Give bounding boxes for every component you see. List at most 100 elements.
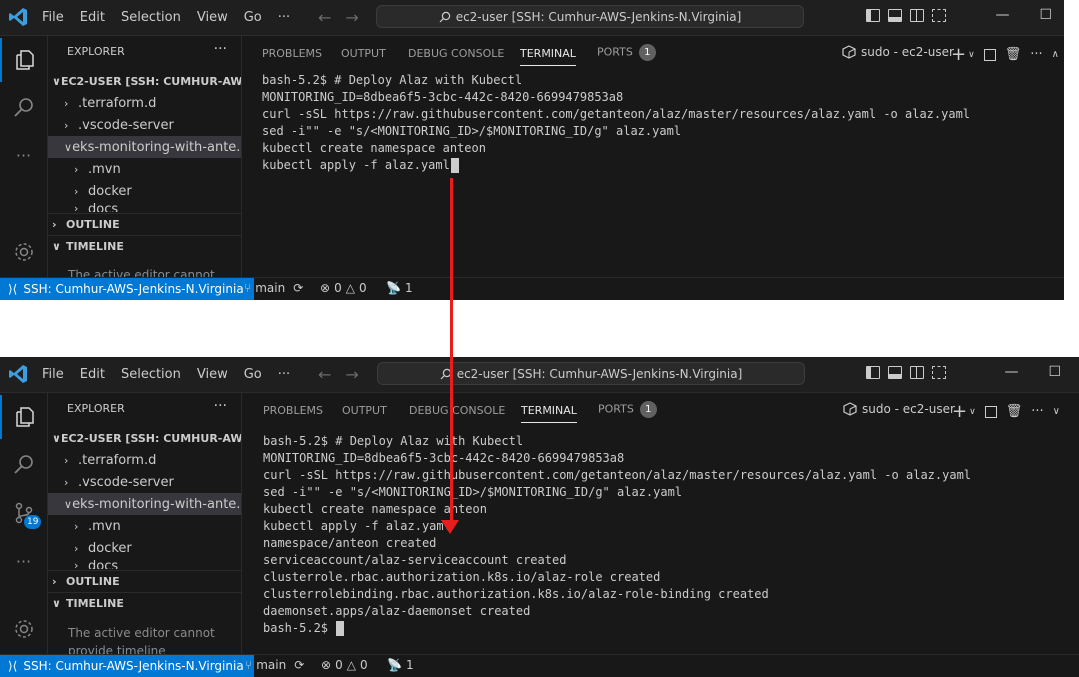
timeline-section[interactable]: ∨ TIMELINE [48, 235, 241, 257]
menu-selection[interactable]: Selection [113, 367, 189, 382]
split-terminal-icon[interactable] [984, 405, 997, 418]
tab-problems[interactable]: PROBLEMS [262, 47, 322, 60]
terminal-output[interactable]: bash-5.2$ # Deploy Alaz with Kubectl MONI… [263, 433, 971, 637]
terminal-instance[interactable]: sudo - ec2-user [842, 45, 954, 59]
split-terminal-icon[interactable] [983, 48, 996, 61]
more-actions-icon[interactable]: ··· [1030, 47, 1042, 62]
menu-file[interactable]: File [34, 10, 72, 25]
menu-more[interactable]: ··· [270, 367, 298, 382]
remote-indicator[interactable]: ⟩⟨ SSH: Cumhur-AWS-Jenkins-N.Virginia [0, 655, 254, 677]
problems-status[interactable]: ⊗ 0 △ 0 [320, 281, 367, 295]
tab-output[interactable]: OUTPUT [341, 47, 386, 60]
toggle-secondary-sidebar-icon[interactable] [910, 9, 924, 22]
manage-activity[interactable] [0, 230, 47, 274]
outline-section[interactable]: › OUTLINE [48, 570, 241, 592]
trash-icon[interactable]: 🗑 [1006, 404, 1023, 419]
tree-item-docker[interactable]: › docker [48, 180, 241, 202]
menu-selection[interactable]: Selection [113, 10, 189, 25]
toggle-secondary-sidebar-icon[interactable] [910, 366, 924, 379]
menu-file[interactable]: File [34, 367, 72, 382]
terminal-actions: + ∨ 🗑 ··· ∨ [952, 401, 1060, 422]
toggle-panel-icon[interactable] [888, 366, 902, 379]
customize-layout-icon[interactable] [932, 366, 946, 379]
remote-indicator[interactable]: ⟩⟨ SSH: Cumhur-AWS-Jenkins-N.Virginia [0, 278, 254, 300]
chevron-down-icon[interactable]: ∨ [1053, 406, 1060, 417]
search-activity[interactable] [0, 443, 47, 487]
chevron-up-icon[interactable]: ∧ [1052, 49, 1059, 60]
outline-section[interactable]: › OUTLINE [48, 213, 241, 235]
tree-item-mvn[interactable]: › .mvn [48, 158, 241, 180]
chevron-down-icon[interactable]: ∨ [969, 407, 976, 417]
customize-layout-icon[interactable] [932, 9, 946, 22]
command-center[interactable]: ec2-user [SSH: Cumhur-AWS-Jenkins-N.Virg… [377, 362, 805, 385]
source-control-activity[interactable]: 19 [0, 491, 47, 535]
new-terminal-icon[interactable]: + [951, 44, 966, 65]
tab-output[interactable]: OUTPUT [342, 404, 387, 417]
toggle-primary-sidebar-icon[interactable] [866, 366, 880, 379]
explorer-more-icon[interactable]: ··· [214, 41, 227, 57]
toggle-primary-sidebar-icon[interactable] [866, 9, 880, 22]
problems-status[interactable]: ⊗ 0 △ 0 [321, 658, 368, 672]
back-arrow-icon[interactable]: ← [318, 8, 345, 27]
explorer-activity[interactable] [0, 395, 47, 439]
timeline-section[interactable]: ∨ TIMELINE [48, 592, 241, 614]
trash-icon[interactable]: 🗑 [1005, 47, 1022, 62]
back-arrow-icon[interactable]: ← [318, 365, 345, 384]
new-terminal-icon[interactable]: + [952, 401, 967, 422]
forward-arrow-icon[interactable]: → [345, 365, 372, 384]
minimize-icon[interactable]: — [995, 7, 1009, 23]
workspace-root[interactable]: ∨EC2-USER [SSH: CUMHUR-AWS... [48, 70, 241, 92]
menu-bar: File Edit Selection View Go ··· [34, 357, 298, 392]
window-controls: — ☐ [995, 7, 1052, 23]
chevron-down-icon[interactable]: ∨ [968, 50, 975, 60]
tree-item-eks-monitoring[interactable]: ∨ eks-monitoring-with-ante... [48, 136, 241, 158]
terminal-output[interactable]: bash-5.2$ # Deploy Alaz with Kubectl MONI… [262, 72, 970, 174]
tab-terminal[interactable]: TERMINAL [520, 47, 576, 66]
tree-item-terraform[interactable]: › .terraform.d [48, 92, 241, 114]
menu-go[interactable]: Go [236, 367, 270, 382]
minimize-icon[interactable]: — [1004, 364, 1018, 380]
tree-item-eks-monitoring[interactable]: ∨ eks-monitoring-with-ante... [48, 493, 241, 515]
menu-view[interactable]: View [189, 367, 236, 382]
error-icon: ⊗ [321, 658, 332, 672]
explorer-more-icon[interactable]: ··· [214, 398, 227, 414]
tree-item-docs[interactable]: › docs [48, 559, 241, 569]
tab-debug-console[interactable]: DEBUG CONSOLE [409, 404, 505, 417]
tab-terminal[interactable]: TERMINAL [521, 404, 577, 423]
maximize-icon[interactable]: ☐ [1048, 364, 1061, 380]
terminal-panel: PROBLEMS OUTPUT DEBUG CONSOLE TERMINAL P… [242, 36, 1064, 278]
menu-edit[interactable]: Edit [72, 367, 113, 382]
tree-item-vscode-server[interactable]: › .vscode-server [48, 114, 241, 136]
menu-edit[interactable]: Edit [72, 10, 113, 25]
toggle-panel-icon[interactable] [888, 9, 902, 22]
menu-view[interactable]: View [189, 10, 236, 25]
ports-status[interactable]: 📡 1 [387, 658, 414, 672]
ports-status[interactable]: 📡 1 [386, 281, 413, 295]
workspace-root[interactable]: ∨EC2-USER [SSH: CUMHUR-AWS... [48, 427, 241, 449]
tree-item-terraform[interactable]: › .terraform.d [48, 449, 241, 471]
terminal-line: daemonset.apps/alaz-daemonset created [263, 604, 531, 618]
explorer-activity[interactable] [0, 38, 47, 82]
maximize-icon[interactable]: ☐ [1039, 7, 1052, 23]
branch-status[interactable]: ⑂ main ⟳ [244, 281, 303, 295]
more-actions-icon[interactable]: ··· [1031, 404, 1043, 419]
tree-item-docs[interactable]: › docs [48, 202, 241, 212]
terminal-instance[interactable]: sudo - ec2-user [843, 402, 955, 416]
tab-ports[interactable]: PORTS 1 [598, 401, 657, 418]
tree-item-vscode-server[interactable]: › .vscode-server [48, 471, 241, 493]
branch-status[interactable]: ⑂ main ⟳ [245, 658, 304, 672]
more-activity[interactable]: ··· [0, 539, 47, 583]
forward-arrow-icon[interactable]: → [345, 8, 372, 27]
menu-go[interactable]: Go [236, 10, 270, 25]
tab-debug-console[interactable]: DEBUG CONSOLE [408, 47, 504, 60]
title-bar: File Edit Selection View Go ··· ←→ ec2-u… [0, 0, 1064, 36]
menu-more[interactable]: ··· [270, 10, 298, 25]
search-activity[interactable] [0, 86, 47, 130]
tree-item-mvn[interactable]: › .mvn [48, 515, 241, 537]
manage-activity[interactable] [0, 607, 47, 651]
command-center[interactable]: ec2-user [SSH: Cumhur-AWS-Jenkins-N.Virg… [376, 5, 804, 28]
more-activity[interactable]: ··· [0, 133, 47, 177]
tab-problems[interactable]: PROBLEMS [263, 404, 323, 417]
tree-item-docker[interactable]: › docker [48, 537, 241, 559]
tab-ports[interactable]: PORTS 1 [597, 44, 656, 61]
